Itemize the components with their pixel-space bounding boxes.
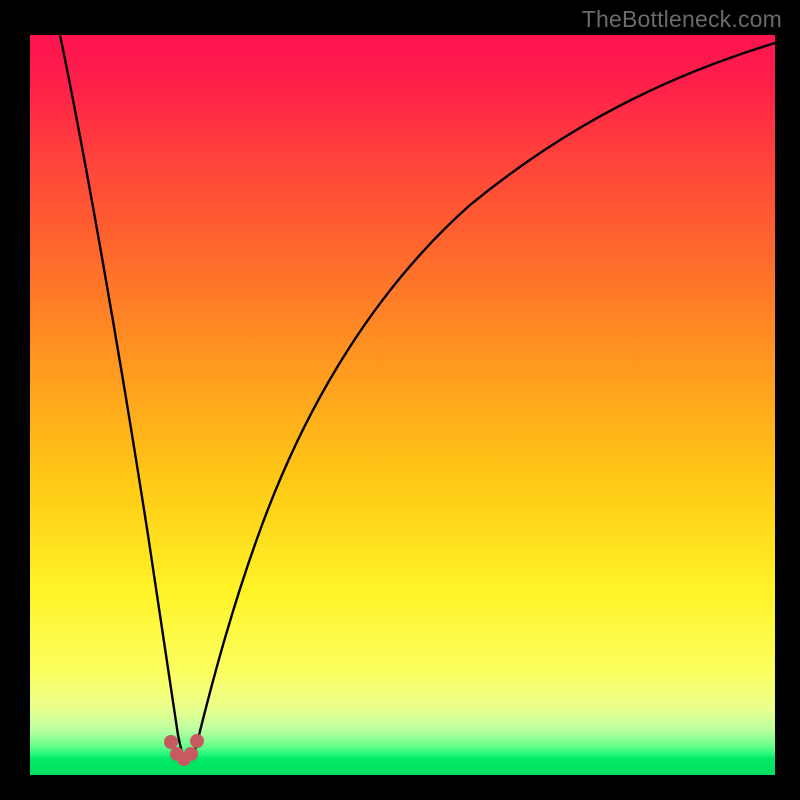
minimum-marker-cluster [164, 734, 204, 766]
chart-frame: TheBottleneck.com [0, 0, 800, 800]
watermark-text: TheBottleneck.com [582, 6, 782, 33]
plot-area [30, 35, 775, 775]
marker-dot [184, 747, 198, 761]
marker-dot [190, 734, 204, 748]
marker-dot [164, 735, 178, 749]
curve-layer [30, 35, 775, 775]
bottleneck-curve [60, 35, 775, 760]
